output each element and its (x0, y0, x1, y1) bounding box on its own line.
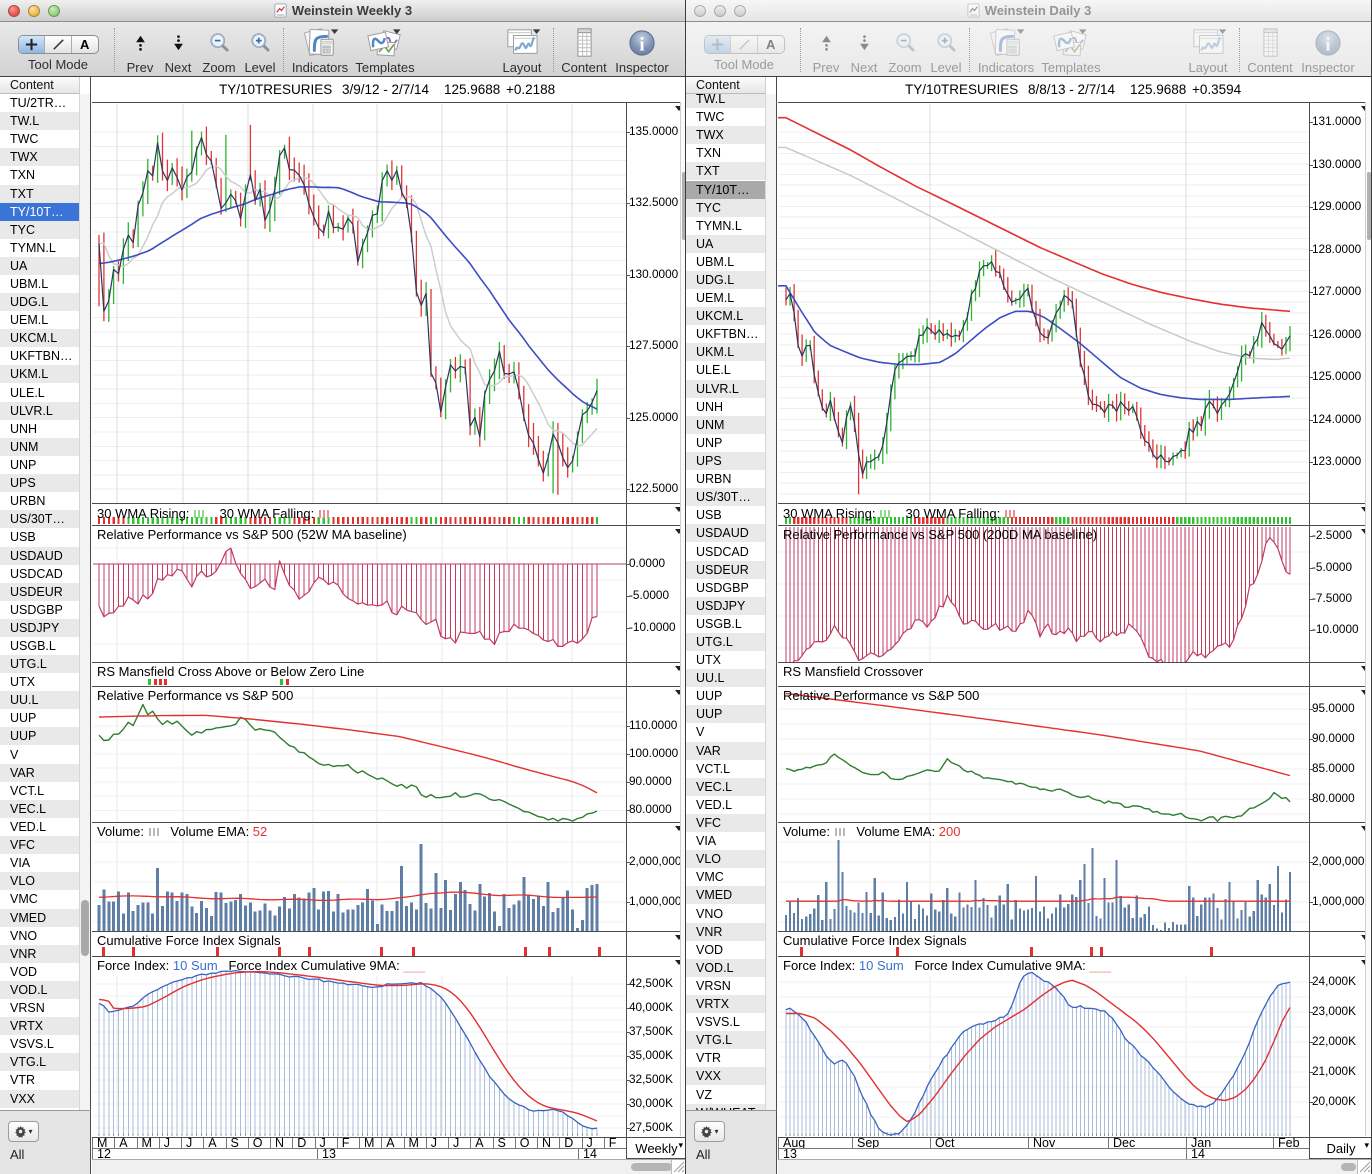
svg-text:i: i (639, 34, 644, 55)
svg-text:i: i (1325, 34, 1330, 55)
